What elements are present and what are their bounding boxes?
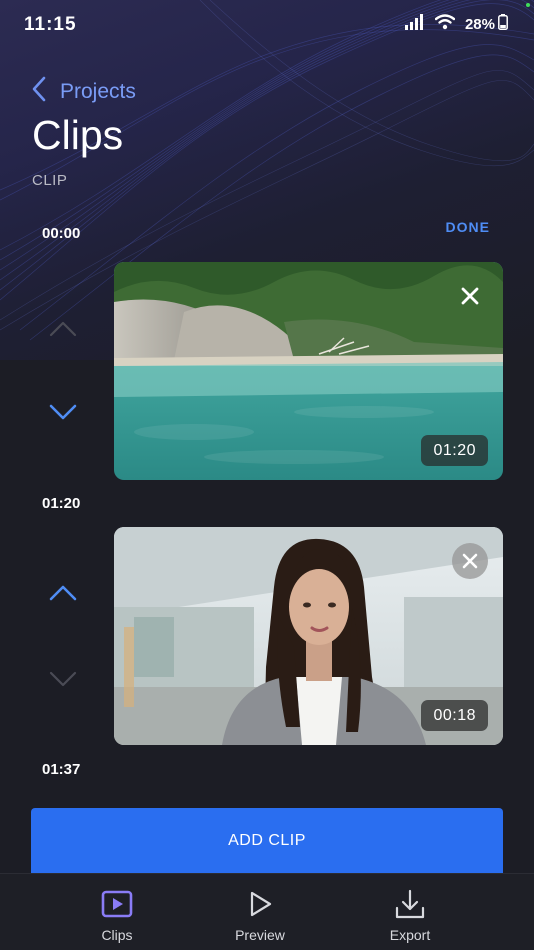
back-label: Projects <box>60 79 136 103</box>
tab-export[interactable]: Export <box>355 874 465 950</box>
move-up-button-clip-2[interactable] <box>47 583 79 603</box>
status-time: 11:15 <box>24 14 77 35</box>
tab-label: Clips <box>101 927 133 943</box>
page-title: Clips <box>32 112 124 158</box>
chevron-left-icon <box>32 76 46 107</box>
move-down-button-clip-2 <box>47 669 79 689</box>
clip-duration-badge: 00:18 <box>421 700 488 731</box>
move-down-button-clip-1[interactable] <box>47 402 79 422</box>
done-button[interactable]: DONE <box>446 219 490 235</box>
clip-card-2[interactable]: 00:18 <box>114 527 503 745</box>
battery-percentage: 28% <box>464 16 495 33</box>
battery-icon <box>498 14 508 35</box>
close-icon <box>461 287 479 305</box>
status-bar: 11:15 28% <box>0 0 534 50</box>
status-indicator-dot <box>526 3 530 7</box>
play-square-icon <box>101 888 133 920</box>
tab-label: Preview <box>235 927 285 943</box>
wifi-icon <box>434 14 456 35</box>
add-clip-button[interactable]: ADD CLIP <box>31 808 503 873</box>
clip-duration-badge: 01:20 <box>421 435 488 466</box>
chevron-up-icon <box>49 321 77 337</box>
tab-bar: Clips Preview Export <box>0 873 534 950</box>
play-icon <box>246 888 274 920</box>
back-button[interactable]: Projects <box>32 76 136 107</box>
move-up-button-clip-1 <box>47 319 79 339</box>
tab-preview[interactable]: Preview <box>205 874 315 950</box>
remove-clip-button-2[interactable] <box>452 543 488 579</box>
signal-icon <box>404 14 425 35</box>
timeline-mark-clip-1-end: 01:20 <box>42 495 81 512</box>
chevron-down-icon <box>49 671 77 687</box>
chevron-up-icon <box>49 585 77 601</box>
download-icon <box>394 888 426 920</box>
clip-card-1[interactable]: 01:20 <box>114 262 503 480</box>
remove-clip-button-1[interactable] <box>452 278 488 314</box>
chevron-down-icon <box>49 404 77 420</box>
page-subtitle: CLIP <box>32 172 68 189</box>
tab-clips[interactable]: Clips <box>62 874 172 950</box>
timeline-mark-start: 00:00 <box>42 225 81 242</box>
tab-label: Export <box>389 927 431 943</box>
timeline-mark-clip-2-end: 01:37 <box>42 761 81 778</box>
close-icon <box>462 553 478 569</box>
